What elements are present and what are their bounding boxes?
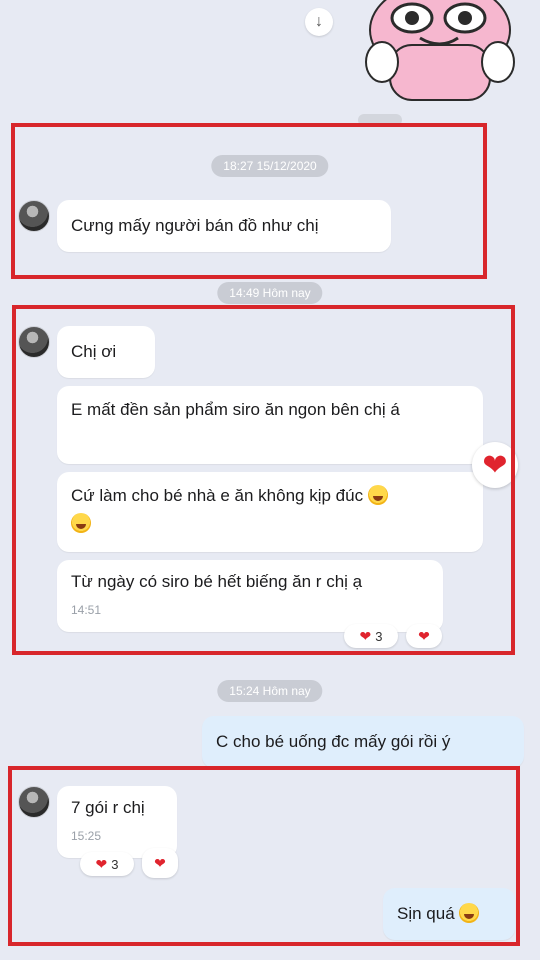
- download-button[interactable]: ↓: [305, 8, 333, 36]
- sticker-image[interactable]: [360, 0, 520, 105]
- highlight-box: [11, 123, 487, 279]
- message-text: C cho bé uống đc mấy gói rồi ý: [216, 732, 451, 751]
- download-icon: ↓: [315, 13, 323, 30]
- timestamp-chip: 14:49 Hôm nay: [217, 282, 323, 304]
- timestamp-chip: 15:24 Hôm nay: [217, 680, 323, 702]
- highlight-box: [8, 766, 520, 946]
- highlight-box: [12, 305, 515, 655]
- cartoon-sticker-icon: [365, 0, 515, 101]
- message-bubble-sent[interactable]: C cho bé uống đc mấy gói rồi ý: [202, 716, 524, 768]
